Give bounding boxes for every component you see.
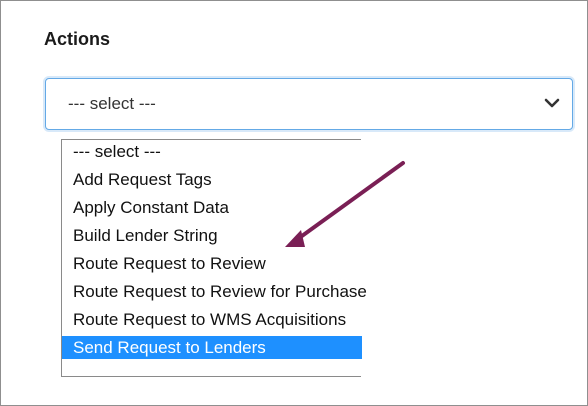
actions-heading: Actions [44,29,111,49]
option-route-request-to-wms-acquisitions[interactable]: Route Request to WMS Acquisitions [62,308,362,331]
option-add-request-tags[interactable]: Add Request Tags [62,168,362,191]
option-build-lender-string[interactable]: Build Lender String [62,224,362,247]
actions-panel: Actions --- select --- --- select --- Ad… [0,0,588,406]
chevron-down-icon [544,98,560,108]
actions-dropdown-list[interactable]: --- select --- Add Request Tags Apply Co… [61,139,367,377]
option-send-request-to-lenders[interactable]: Send Request to Lenders [62,336,362,359]
option-select-placeholder[interactable]: --- select --- [62,140,362,163]
select-current-value: --- select --- [68,94,156,113]
option-apply-constant-data[interactable]: Apply Constant Data [62,196,362,219]
option-route-request-to-review[interactable]: Route Request to Review [62,252,362,275]
actions-select[interactable]: --- select --- [45,78,573,130]
option-route-request-to-review-for-purchase[interactable]: Route Request to Review for Purchase [62,280,367,303]
